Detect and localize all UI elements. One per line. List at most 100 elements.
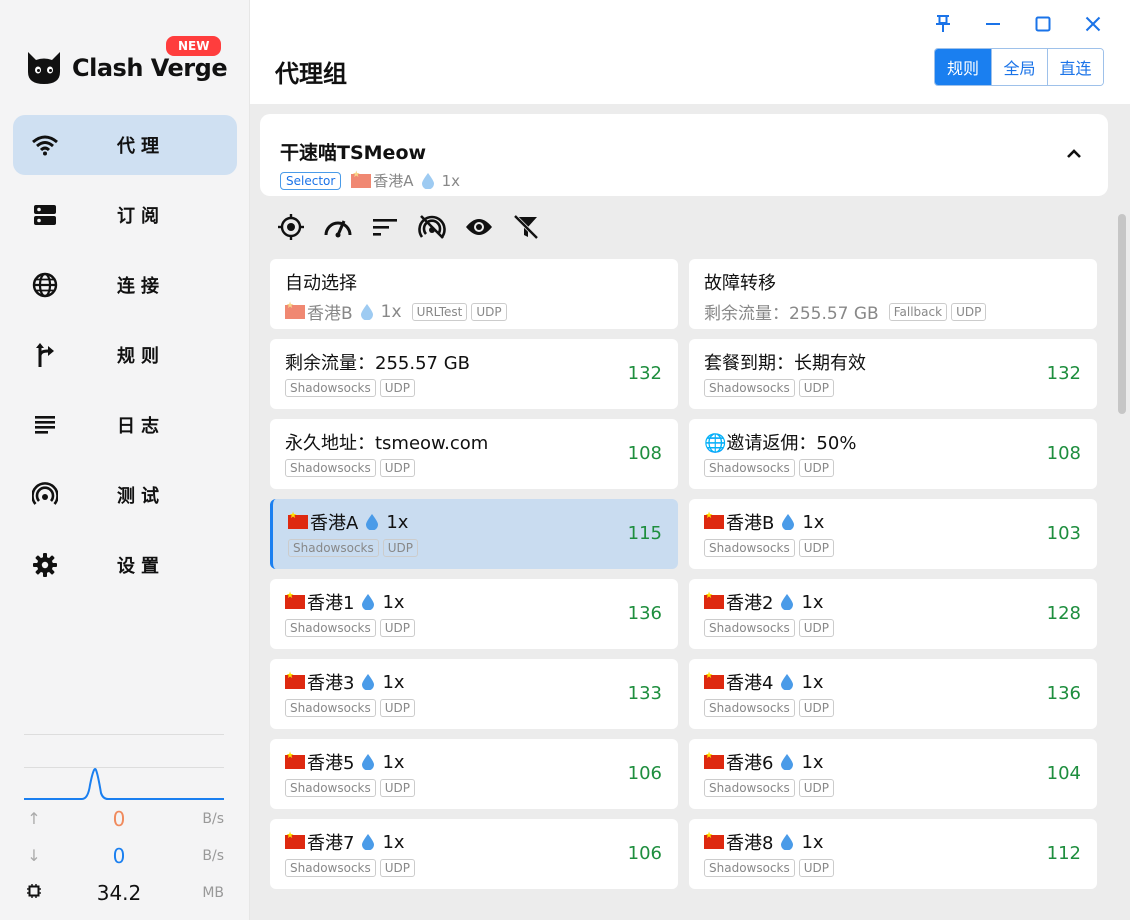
proxy-card[interactable]: 永久地址：tsmeow.com Shadowsocks UDP 108 xyxy=(270,419,678,489)
sidebar-item-proxy[interactable]: 代理 xyxy=(13,115,237,175)
proxy-tag: UDP xyxy=(798,459,835,477)
group-type-tag: Selector xyxy=(280,171,342,190)
pin-button[interactable] xyxy=(918,10,968,38)
proxy-tag: URLTest xyxy=(411,302,468,321)
proxy-name-row: 香港4 1x xyxy=(704,669,824,695)
sidebar-item-test[interactable]: 测试 xyxy=(13,465,237,525)
proxy-card[interactable]: 香港3 1x ShadowsocksUDP 133 xyxy=(270,659,678,729)
proxy-tags: Shadowsocks UDP xyxy=(704,459,838,477)
sidebar-item-connections[interactable]: 连接 xyxy=(13,255,237,315)
proxy-delay[interactable]: 136 xyxy=(1047,683,1081,704)
proxy-name: 剩余流量：255.57 GB xyxy=(285,353,471,374)
proxy-name: 故障转移 xyxy=(704,273,776,294)
filter-toggle-button[interactable] xyxy=(511,212,541,242)
locate-button[interactable] xyxy=(276,212,306,242)
chevron-up-icon[interactable] xyxy=(1064,144,1084,164)
hk-flag-icon xyxy=(704,751,724,769)
list-icon xyxy=(31,411,59,439)
proxy-card[interactable]: 香港B 1x ShadowsocksUDP 103 xyxy=(689,499,1097,569)
proxy-tag: Shadowsocks xyxy=(704,459,795,477)
proxy-card[interactable]: 香港A 1x ShadowsocksUDP 115 xyxy=(270,499,678,569)
mode-global-button[interactable]: 全局 xyxy=(991,49,1047,85)
water-drop-icon xyxy=(782,514,795,530)
proxy-delay[interactable]: 106 xyxy=(628,763,662,784)
proxy-card[interactable]: 香港4 1x ShadowsocksUDP 136 xyxy=(689,659,1097,729)
proxy-delay[interactable]: 133 xyxy=(628,683,662,704)
hk-flag-icon xyxy=(285,301,305,319)
maximize-button[interactable] xyxy=(1018,10,1068,38)
proxy-delay[interactable]: 112 xyxy=(1047,843,1081,864)
proxy-card[interactable]: 香港6 1x ShadowsocksUDP 104 xyxy=(689,739,1097,809)
proxy-name-row: 香港6 1x xyxy=(704,749,824,775)
download-unit: B/s xyxy=(202,847,224,864)
new-badge: NEW xyxy=(166,36,222,56)
proxy-name: 香港6 xyxy=(726,753,774,774)
proxy-tags: Shadowsocks UDP xyxy=(704,619,838,637)
url-test-toggle-button[interactable] xyxy=(417,212,447,242)
proxy-tag: UDP xyxy=(798,379,835,397)
proxy-card[interactable]: 香港8 1x ShadowsocksUDP 112 xyxy=(689,819,1097,889)
proxy-tags: Shadowsocks UDP xyxy=(285,619,419,637)
proxy-card[interactable]: 香港1 1x ShadowsocksUDP 136 xyxy=(270,579,678,649)
group-multiplier: 1x xyxy=(441,171,460,190)
gear-icon xyxy=(31,551,59,579)
proxy-name: 香港2 xyxy=(726,593,774,614)
proxy-delay[interactable]: 104 xyxy=(1047,763,1081,784)
wifi-icon xyxy=(31,131,59,159)
proxy-tag: Fallback xyxy=(888,302,948,321)
proxy-tag: Shadowsocks xyxy=(704,699,795,717)
proxy-delay[interactable]: 108 xyxy=(628,443,662,464)
mode-direct-button[interactable]: 直连 xyxy=(1047,49,1103,85)
proxy-card[interactable]: 香港5 1x ShadowsocksUDP 106 xyxy=(270,739,678,809)
proxy-multiplier: 1x xyxy=(802,511,825,533)
sidebar-item-label: 代理 xyxy=(117,136,165,157)
hk-flag-icon xyxy=(285,591,305,609)
proxy-delay[interactable]: 128 xyxy=(1047,603,1081,624)
sidebar-item-rules[interactable]: 规则 xyxy=(13,325,237,385)
proxy-card[interactable]: 香港7 1x ShadowsocksUDP 106 xyxy=(270,819,678,889)
proxy-tag: Shadowsocks xyxy=(288,539,379,557)
proxy-name-row: 香港2 1x xyxy=(704,589,824,615)
group-name: 干速喵TSMeow xyxy=(280,142,427,164)
proxy-delay[interactable]: 136 xyxy=(628,603,662,624)
sort-button[interactable] xyxy=(370,212,400,242)
memory-chip-icon xyxy=(24,883,44,902)
minimize-button[interactable] xyxy=(968,10,1018,38)
proxy-multiplier: 1x xyxy=(382,671,405,693)
proxy-card[interactable]: 🌐邀请返佣：50% Shadowsocks UDP 108 xyxy=(689,419,1097,489)
maximize-icon xyxy=(1035,16,1051,32)
proxy-delay[interactable]: 132 xyxy=(628,363,662,384)
close-icon xyxy=(1085,16,1101,32)
arrow-up-icon: ↑ xyxy=(27,809,41,828)
scrollbar-thumb[interactable] xyxy=(1118,214,1126,414)
proxy-tag: Shadowsocks xyxy=(285,459,376,477)
proxy-delay[interactable]: 106 xyxy=(628,843,662,864)
sidebar-item-label: 日志 xyxy=(117,416,165,437)
speed-test-button[interactable] xyxy=(323,212,353,242)
proxy-delay[interactable]: 103 xyxy=(1047,523,1081,544)
minimize-icon xyxy=(986,23,1000,25)
proxy-group-header[interactable]: 干速喵TSMeow Selector 香港A 1x xyxy=(260,114,1108,196)
proxy-card[interactable]: 剩余流量：255.57 GB Shadowsocks UDP 132 xyxy=(270,339,678,409)
dns-icon xyxy=(31,201,59,229)
proxy-name: 香港5 xyxy=(307,753,355,774)
sidebar-item-settings[interactable]: 设置 xyxy=(13,535,237,595)
proxy-delay[interactable]: 115 xyxy=(628,523,662,544)
close-button[interactable] xyxy=(1068,10,1118,38)
proxy-delay[interactable]: 108 xyxy=(1047,443,1081,464)
proxy-card[interactable]: 故障转移 剩余流量：255.57 GB Fallback UDP xyxy=(689,259,1097,329)
proxy-card[interactable]: 套餐到期：长期有效 Shadowsocks UDP 132 xyxy=(689,339,1097,409)
proxy-tag: Shadowsocks xyxy=(285,859,376,877)
proxy-card[interactable]: 自动选择香港B 1x URLTestUDP xyxy=(270,259,678,329)
sidebar-item-subscriptions[interactable]: 订阅 xyxy=(13,185,237,245)
proxy-card[interactable]: 香港2 1x ShadowsocksUDP 128 xyxy=(689,579,1097,649)
proxy-name: 香港3 xyxy=(307,673,355,694)
proxy-tag: Shadowsocks xyxy=(285,699,376,717)
sidebar-item-logs[interactable]: 日志 xyxy=(13,395,237,455)
window-controls xyxy=(918,10,1118,38)
mode-rule-button[interactable]: 规则 xyxy=(935,49,991,85)
proxy-tags: Shadowsocks UDP xyxy=(704,699,838,717)
proxy-delay[interactable]: 132 xyxy=(1047,363,1081,384)
show-type-button[interactable] xyxy=(464,212,494,242)
proxy-tag: UDP xyxy=(798,779,835,797)
